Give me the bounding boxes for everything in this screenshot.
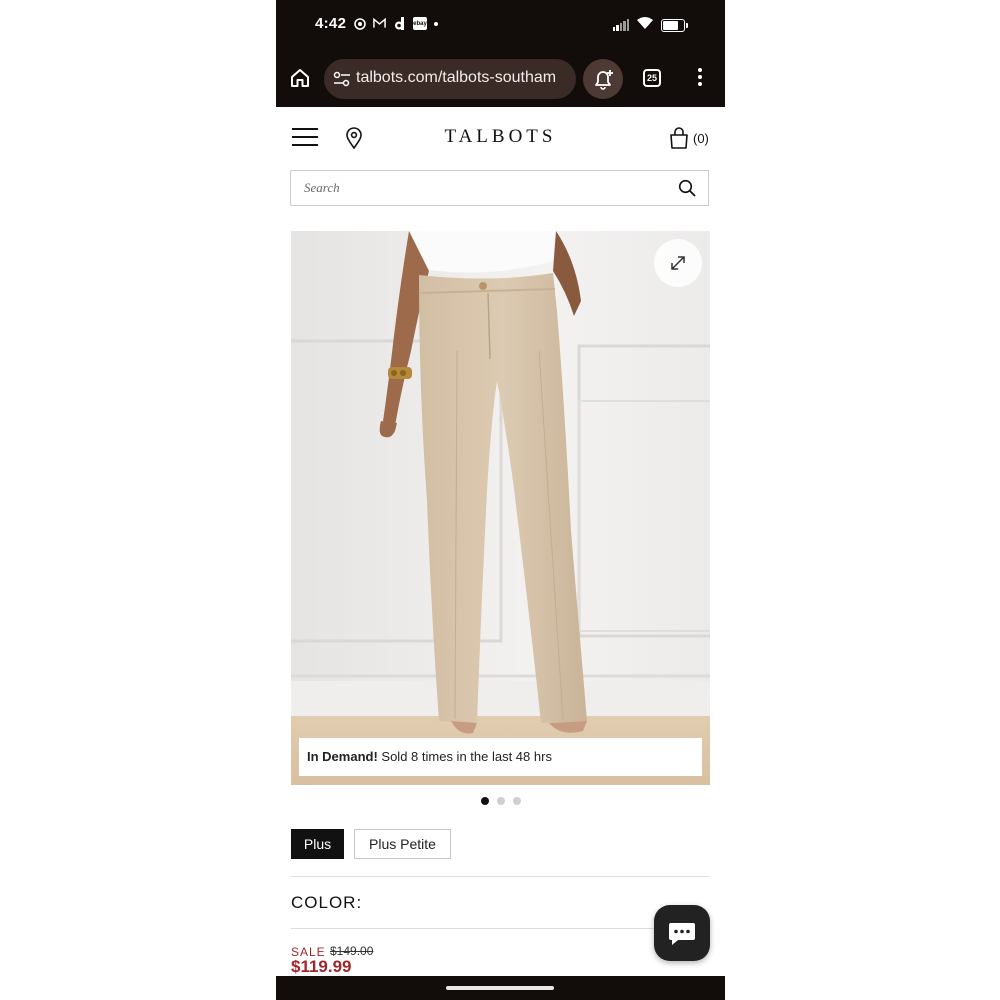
- size-option-plus-petite[interactable]: Plus Petite: [354, 829, 451, 859]
- system-nav-bar: [276, 976, 725, 1000]
- status-bar: 4:42 ebay: [276, 0, 725, 50]
- divider: [291, 928, 709, 929]
- bag-count[interactable]: (0): [693, 131, 709, 146]
- sale-price: $119.99: [291, 957, 352, 976]
- home-button[interactable]: [289, 67, 311, 89]
- app-d-icon: [393, 17, 406, 30]
- wifi-icon: [637, 16, 653, 34]
- divider: [291, 876, 709, 877]
- in-demand-bold: In Demand!: [307, 749, 378, 764]
- tab-switcher-button[interactable]: 25: [643, 69, 661, 87]
- expand-icon: [671, 256, 685, 270]
- phone-screen: 4:42 ebay talbots.com/talbots-southam 25…: [276, 0, 725, 1000]
- color-label: COLOR:: [291, 893, 363, 912]
- search-icon[interactable]: [678, 179, 696, 197]
- address-bar[interactable]: talbots.com/talbots-southam: [324, 59, 576, 99]
- product-image[interactable]: In Demand! Sold 8 times in the last 48 h…: [291, 231, 710, 785]
- chrome-icon: [353, 17, 366, 30]
- gmail-icon: [373, 17, 386, 30]
- search-placeholder: Search: [304, 180, 340, 195]
- status-system-icons: [612, 16, 688, 34]
- size-option-plus[interactable]: Plus: [291, 829, 344, 859]
- chat-button[interactable]: [654, 905, 710, 961]
- site-settings-icon[interactable]: [333, 71, 351, 87]
- battery-icon: [661, 18, 688, 32]
- expand-image-button[interactable]: [654, 239, 702, 287]
- in-demand-badge: In Demand! Sold 8 times in the last 48 h…: [299, 738, 702, 776]
- home-icon: [291, 69, 309, 87]
- product-photo: [291, 231, 710, 785]
- status-time: 4:42: [315, 15, 347, 32]
- talbots-logo[interactable]: TALBOTS: [276, 126, 725, 148]
- shopping-bag-icon[interactable]: [668, 127, 690, 149]
- price-alert-button[interactable]: [583, 59, 623, 99]
- signal-icon: [612, 19, 629, 31]
- carousel-dot-3[interactable]: [512, 797, 521, 805]
- browser-menu-button[interactable]: [695, 68, 705, 90]
- carousel-dot-1[interactable]: [480, 797, 489, 805]
- chat-bubble-icon: [669, 923, 695, 945]
- carousel-dot-2[interactable]: [496, 797, 505, 805]
- home-gesture-handle[interactable]: [446, 986, 554, 990]
- status-app-icons: ebay: [353, 17, 438, 30]
- notification-dot: [434, 21, 438, 26]
- carousel-dots: [276, 797, 725, 805]
- ebay-icon: ebay: [413, 17, 427, 30]
- search-input[interactable]: Search: [290, 170, 709, 206]
- browser-toolbar: talbots.com/talbots-southam 25: [276, 50, 725, 107]
- original-price: $149.00: [330, 944, 374, 958]
- url-text: talbots.com/talbots-southam: [356, 69, 557, 86]
- bell-plus-icon: [595, 70, 613, 90]
- in-demand-text: Sold 8 times in the last 48 hrs: [377, 749, 552, 764]
